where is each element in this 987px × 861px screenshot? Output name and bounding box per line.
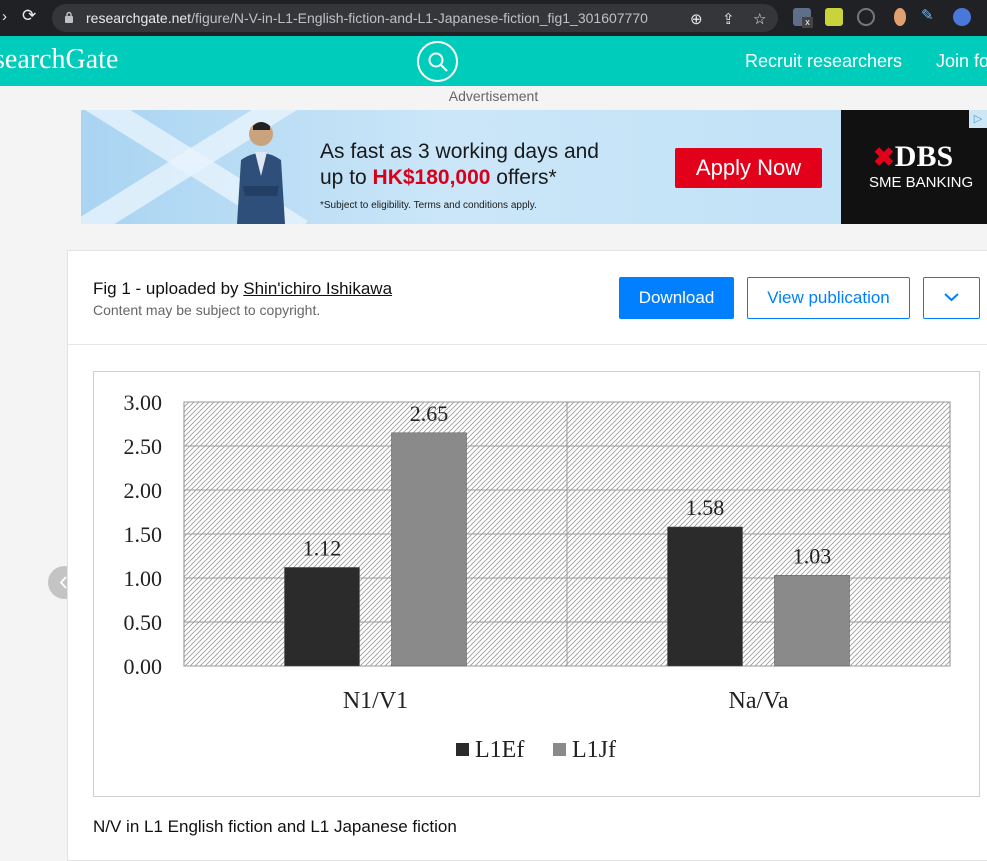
apply-now-button[interactable]: Apply Now [675,148,822,188]
extension-icon-1[interactable]: x [793,8,813,28]
advertisement-label: Advertisement [448,88,539,104]
search-button[interactable] [417,41,458,82]
extension-icon-3[interactable] [857,8,875,26]
legend-label: L1Jf [572,737,616,763]
y-tick-label: 0.50 [124,610,163,635]
adchoices-icon[interactable]: ▷ [969,110,987,128]
figure-header: Fig 1 - uploaded by Shin'ichiro Ishikawa… [68,251,987,345]
ad-person-image [237,122,285,224]
ad-banner[interactable]: As fast as 3 working days and up to HK$1… [81,110,987,224]
copyright-notice: Content may be subject to copyright. [93,302,321,318]
y-tick-label: 0.00 [124,654,163,679]
figure-card: Fig 1 - uploaded by Shin'ichiro Ishikawa… [67,250,987,861]
y-tick-label: 1.00 [124,566,163,591]
pen-extension-icon[interactable]: ✎ [921,6,939,24]
ad-brand-panel: ✖DBS SME BANKING [841,110,987,224]
bar-L1Jf-Na/Va [774,575,850,667]
author-link[interactable]: Shin'ichiro Ishikawa [243,279,392,298]
view-publication-button[interactable]: View publication [747,277,910,319]
site-header: searchGate Recruit researchers Join fo [0,36,987,86]
y-tick-label: 1.50 [124,522,163,547]
legend-label: L1Ef [475,737,524,763]
chevron-down-icon [944,293,959,302]
data-label: 2.65 [410,401,449,426]
data-label: 1.03 [793,543,832,568]
extension-icon-6[interactable] [953,8,971,26]
more-options-button[interactable] [923,277,980,319]
dbs-subtitle: SME BANKING [869,174,974,191]
y-tick-label: 2.00 [124,478,163,503]
extension-icon-4[interactable] [894,8,906,26]
extension-badge: x [802,17,813,28]
data-label: 1.58 [686,495,725,520]
address-bar[interactable]: researchgate.net/figure/N-V-in-L1-Englis… [52,4,778,32]
download-button[interactable]: Download [619,277,734,319]
forward-icon[interactable]: › [2,8,7,25]
figure-title: Fig 1 - uploaded by Shin'ichiro Ishikawa [93,279,393,298]
bar-L1Ef-N1/V1 [284,567,360,667]
reload-icon[interactable]: ⟳ [22,6,36,26]
share-icon[interactable]: ⇪ [722,10,735,28]
dbs-logo: ✖DBS [873,140,954,173]
data-label: 1.12 [303,535,342,560]
search-icon [428,52,448,72]
bar-L1Jf-N1/V1 [391,432,467,667]
y-tick-label: 3.00 [124,390,163,415]
bar-L1Ef-Na/Va [667,526,743,667]
recruit-researchers-link[interactable]: Recruit researchers [745,51,902,72]
ad-headline-1: As fast as 3 working days and [320,140,599,163]
figure-caption: N/V in L1 English fiction and L1 Japanes… [93,817,457,836]
legend-swatch-L1Ef [456,743,469,756]
join-link[interactable]: Join fo [936,51,987,72]
ad-fine-print: *Subject to eligibility. Terms and condi… [320,200,537,211]
site-logo[interactable]: searchGate [0,44,118,76]
extension-icon-2[interactable] [825,8,843,26]
lock-icon [65,11,73,23]
ad-headline-2: up to HK$180,000 offers* [320,166,557,189]
browser-toolbar: › ⟳ researchgate.net/figure/N-V-in-L1-En… [0,0,987,36]
figure-image[interactable]: 0.00 0.50 1.00 1.50 2.00 2.50 3.00 1.12 2.65 1.5… [93,371,980,797]
url-text: researchgate.net/figure/N-V-in-L1-Englis… [86,10,648,26]
zoom-icon[interactable]: ⊕ [690,10,703,28]
x-category-label: N1/V1 [343,688,408,714]
legend-swatch-L1Jf [553,743,566,756]
y-tick-label: 2.50 [124,434,163,459]
bookmark-star-icon[interactable]: ☆ [753,10,766,28]
x-category-label: Na/Va [729,688,789,714]
bar-chart: 0.00 0.50 1.00 1.50 2.00 2.50 3.00 1.12 2.65 1.5… [124,390,951,763]
